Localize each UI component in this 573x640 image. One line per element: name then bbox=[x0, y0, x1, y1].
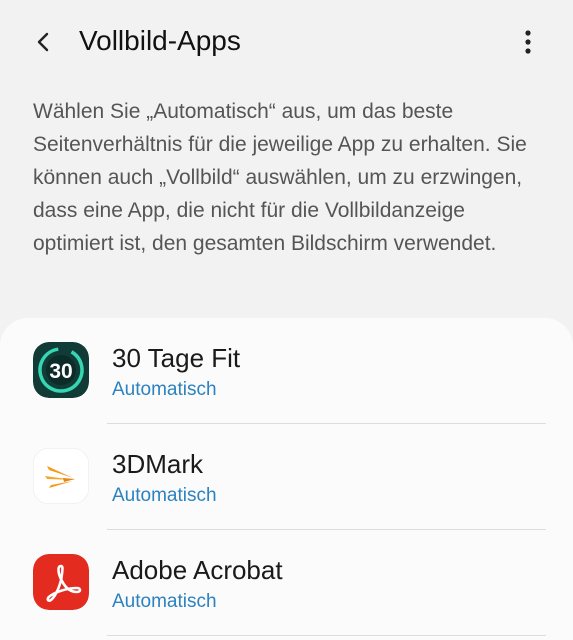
app-mode: Automatisch bbox=[112, 591, 217, 612]
page-title: Vollbild-Apps bbox=[79, 25, 241, 56]
app-name: 3DMark bbox=[112, 449, 204, 479]
app-list: 30 30 Tage Fit Automatisch 3DMark Automa… bbox=[0, 318, 573, 640]
app-bar: Vollbild-Apps bbox=[0, 0, 573, 82]
list-item-adobe-acrobat[interactable]: Adobe Acrobat Automatisch bbox=[0, 530, 573, 636]
app-mode: Automatisch bbox=[112, 379, 217, 400]
30-day-fit-icon-label: 30 bbox=[49, 360, 72, 383]
description-text: Wählen Sie „Automatisch“ aus, um das bes… bbox=[33, 100, 527, 255]
more-vertical-icon bbox=[525, 30, 531, 54]
list-item-3dmark[interactable]: 3DMark Automatisch bbox=[0, 424, 573, 530]
app-name: Adobe Acrobat bbox=[112, 555, 283, 585]
3dmark-app-icon bbox=[33, 448, 89, 504]
full-screen-apps-screen: Vollbild-Apps Wählen Sie „Automatisch“ a… bbox=[0, 0, 573, 640]
app-name: 30 Tage Fit bbox=[112, 343, 241, 373]
more-options-button[interactable] bbox=[506, 20, 550, 64]
adobe-acrobat-app-icon bbox=[33, 554, 89, 610]
list-item-30-tage-fit[interactable]: 30 30 Tage Fit Automatisch bbox=[0, 318, 573, 424]
back-button[interactable] bbox=[22, 20, 66, 64]
30-day-fit-app-icon: 30 bbox=[33, 342, 89, 398]
list-divider bbox=[107, 635, 546, 636]
app-mode: Automatisch bbox=[112, 485, 217, 506]
back-arrow-icon bbox=[37, 32, 49, 52]
